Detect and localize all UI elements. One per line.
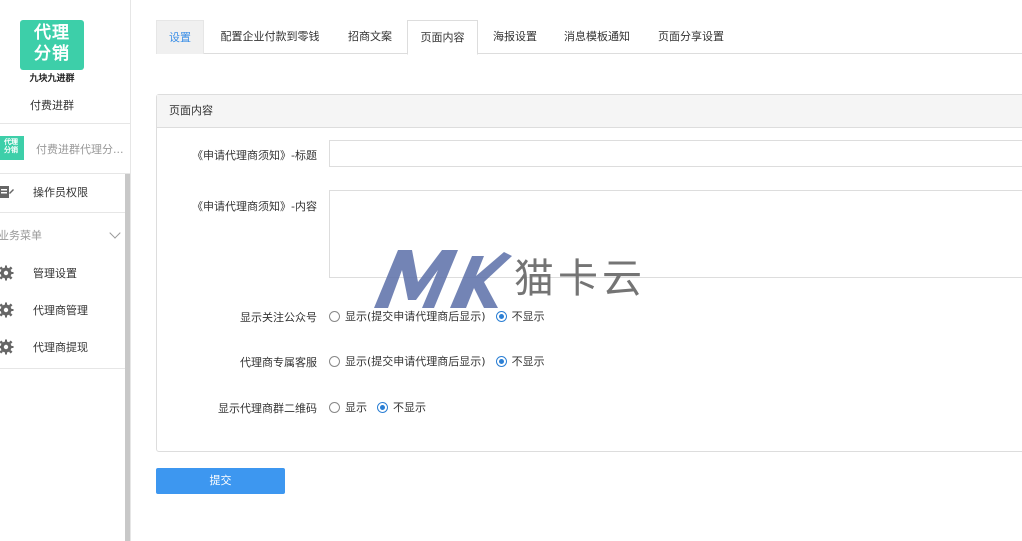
tab-settings[interactable]: 设置 — [156, 20, 204, 54]
sidebar-item-agent-withdrawal[interactable]: 代理商提现 — [0, 333, 125, 361]
sidebar-item-agent-management[interactable]: 代理商管理 — [0, 296, 125, 324]
sidebar-divider — [0, 212, 125, 213]
radio-label: 显示 — [345, 401, 367, 414]
submit-button[interactable]: 提交 — [156, 468, 285, 494]
agent-customer-service-radio-group: 显示(提交申请代理商后显示) 不显示 — [329, 353, 555, 369]
radio-hide[interactable]: 不显示 — [377, 399, 426, 415]
tab-enterprise-payment[interactable]: 配置企业付款到零钱 — [208, 20, 332, 54]
radio-show[interactable]: 显示 — [329, 399, 367, 415]
radio-label: 不显示 — [393, 401, 426, 414]
radio-label: 显示(提交申请代理商后显示) — [345, 310, 486, 323]
brand-area: 代理 分销 九块九进群 付费进群 — [0, 0, 130, 124]
agent-customer-service-label: 代理商专属客服 — [240, 356, 317, 369]
app-logo: 代理 分销 — [20, 20, 84, 70]
radio-unchecked-icon[interactable] — [329, 401, 340, 413]
title-field-label: 《申请代理商须知》-标题 — [192, 149, 317, 162]
title-input[interactable] — [329, 140, 1022, 167]
sidebar: 代理 分销 九块九进群 付费进群 代理 分销 付费进群代理分... 操作员权限 … — [0, 0, 131, 541]
tab-bar: 设置 配置企业付款到零钱 招商文案 页面内容 海报设置 消息模板通知 页面分享设… — [156, 20, 1022, 55]
sidebar-item-label: 操作员权限 — [33, 186, 88, 199]
app-entry[interactable]: 代理 分销 付费进群代理分... — [0, 124, 130, 174]
sidebar-scrollbar[interactable] — [125, 174, 130, 541]
sidebar-item-management-settings[interactable]: 管理设置 — [0, 259, 125, 287]
sidebar-item-label: 代理商提现 — [33, 341, 88, 354]
edit-doc-icon — [0, 186, 14, 198]
show-official-account-label: 显示关注公众号 — [240, 311, 317, 324]
radio-label: 不显示 — [511, 310, 545, 323]
radio-label: 显示(提交申请代理商后显示) — [345, 355, 486, 368]
radio-checked-icon[interactable] — [377, 401, 388, 413]
radio-unchecked-icon[interactable] — [329, 355, 340, 367]
logo-line-2: 分销 — [34, 44, 70, 64]
radio-show[interactable]: 显示(提交申请代理商后显示) — [329, 353, 486, 369]
gear-icon — [0, 302, 14, 318]
logo-line-1: 代理 — [34, 23, 70, 43]
sidebar-item-label: 代理商管理 — [33, 304, 88, 317]
radio-checked-icon[interactable] — [495, 355, 507, 367]
gear-icon — [0, 265, 14, 281]
show-group-qrcode-radio-group: 显示 不显示 — [329, 399, 436, 415]
logo-subtitle: 九块九进群 — [29, 74, 75, 84]
sidebar-item-operator-permissions[interactable]: 操作员权限 — [0, 178, 125, 206]
sidebar-group-title[interactable]: 业务菜单 — [0, 227, 42, 243]
tab-poster-settings[interactable]: 海报设置 — [482, 20, 548, 54]
radio-hide[interactable]: 不显示 — [495, 308, 545, 324]
content-field-label: 《申请代理商须知》-内容 — [192, 200, 317, 213]
app-entry-logo: 代理 分销 — [0, 136, 24, 160]
sidebar-divider — [0, 368, 125, 369]
show-group-qrcode-label: 显示代理商群二维码 — [218, 402, 317, 415]
tab-message-template[interactable]: 消息模板通知 — [552, 20, 642, 54]
radio-unchecked-icon[interactable] — [329, 310, 340, 322]
radio-checked-icon[interactable] — [495, 310, 507, 322]
content-textarea[interactable] — [329, 190, 1022, 278]
tab-page-share-settings[interactable]: 页面分享设置 — [646, 20, 736, 54]
mini-logo-line-1: 代理 — [4, 138, 18, 146]
gear-icon — [0, 339, 14, 355]
radio-label: 不显示 — [511, 355, 545, 368]
tab-page-content[interactable]: 页面内容 — [407, 20, 478, 55]
mini-logo-line-2: 分销 — [4, 146, 18, 154]
show-official-account-radio-group: 显示(提交申请代理商后显示) 不显示 — [329, 308, 555, 324]
app-entry-label: 付费进群代理分... — [36, 143, 124, 156]
sidebar-item-label: 管理设置 — [33, 267, 77, 280]
brand-name: 付费进群 — [30, 99, 74, 112]
chevron-down-icon[interactable] — [109, 227, 121, 239]
panel-title: 页面内容 — [157, 95, 1022, 128]
tab-recruitment-copy[interactable]: 招商文案 — [336, 20, 404, 54]
radio-hide[interactable]: 不显示 — [495, 353, 545, 369]
radio-show[interactable]: 显示(提交申请代理商后显示) — [329, 308, 486, 324]
